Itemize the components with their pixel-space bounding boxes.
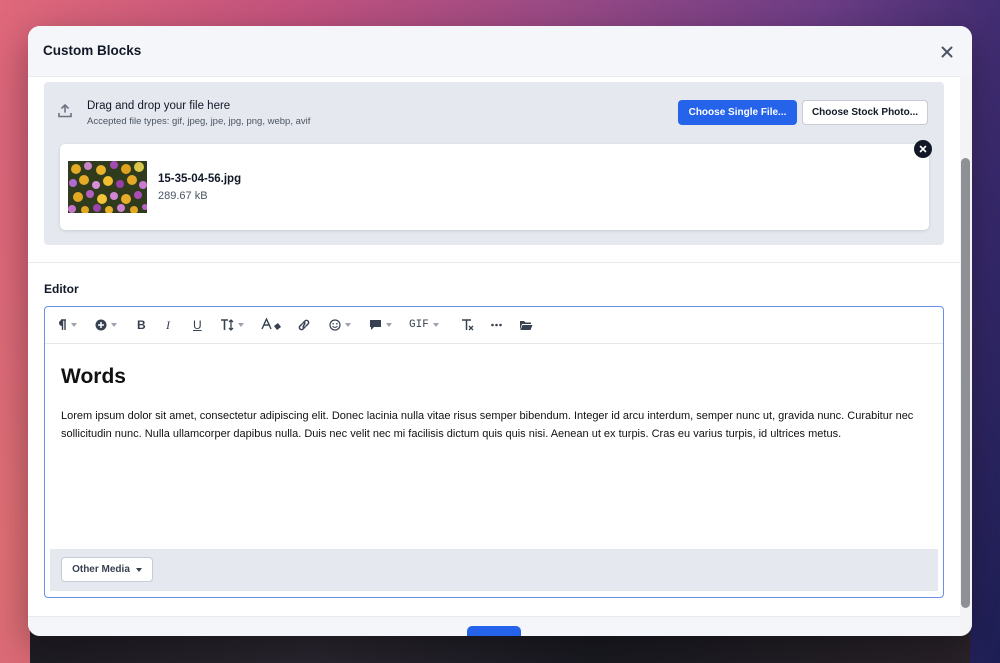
other-media-label: Other Media	[72, 564, 130, 575]
modal-close-button[interactable]	[936, 41, 958, 63]
scrollbar-thumb[interactable]	[961, 158, 970, 608]
italic-button[interactable]: I	[166, 316, 170, 334]
file-size: 289.67 kB	[158, 190, 208, 202]
media-folder-button[interactable]	[519, 316, 533, 334]
gif-icon: GIF	[409, 319, 429, 331]
rich-text-editor[interactable]: B I U GIF Words Lorem ipsum dolor sit am…	[44, 306, 944, 598]
editor-content[interactable]: Words Lorem ipsum dolor sit amet, consec…	[61, 363, 927, 443]
editor-label: Editor	[44, 282, 79, 296]
folder-open-icon	[520, 320, 533, 330]
link-button[interactable]	[297, 316, 311, 334]
text-color-icon	[261, 318, 281, 330]
editor-footer-bar: Other Media	[50, 549, 938, 591]
modal-header: Custom Blocks	[28, 26, 972, 77]
accepted-file-types: Accepted file types: gif, jpeg, jpe, jpg…	[87, 116, 311, 127]
upload-title: Drag and drop your file here	[87, 100, 231, 112]
bold-button[interactable]: B	[137, 316, 146, 334]
upload-icon	[58, 104, 72, 118]
text-color-button[interactable]	[261, 316, 283, 334]
remove-file-button[interactable]	[914, 140, 932, 158]
insert-button[interactable]	[95, 316, 117, 334]
smile-icon	[329, 319, 341, 331]
content-heading: Words	[61, 365, 126, 388]
plus-circle-icon	[95, 319, 107, 331]
choose-stock-photo-button[interactable]: Choose Stock Photo...	[802, 100, 928, 125]
file-upload-dropzone[interactable]: Drag and drop your file here Accepted fi…	[44, 82, 944, 245]
ellipsis-icon	[491, 323, 502, 327]
link-icon	[298, 319, 310, 331]
editor-toolbar: B I U GIF	[45, 307, 943, 344]
underline-button[interactable]: U	[193, 316, 202, 334]
font-size-button[interactable]	[220, 316, 244, 334]
other-media-button[interactable]: Other Media	[61, 557, 153, 582]
text-height-icon	[221, 319, 234, 331]
underline-icon: U	[193, 318, 202, 332]
choose-single-file-button[interactable]: Choose Single File...	[678, 100, 797, 125]
comment-button[interactable]	[369, 316, 392, 334]
paragraph-format-button[interactable]	[57, 316, 77, 334]
comment-icon	[370, 320, 381, 330]
clear-format-icon	[462, 319, 474, 331]
section-divider	[28, 262, 960, 263]
gif-button[interactable]: GIF	[409, 316, 439, 334]
italic-icon: I	[166, 317, 170, 332]
content-paragraph: Lorem ipsum dolor sit amet, consectetur …	[61, 410, 914, 440]
file-thumbnail	[68, 161, 147, 213]
pilcrow-icon	[59, 319, 66, 330]
custom-blocks-modal: Custom Blocks Drag and drop your file he…	[28, 26, 972, 636]
emoji-button[interactable]	[329, 316, 351, 334]
bold-icon: B	[137, 318, 146, 332]
caret-down-icon	[135, 567, 142, 572]
clear-format-button[interactable]	[460, 316, 474, 334]
modal-title: Custom Blocks	[43, 43, 142, 58]
uploaded-file-card: 15-35-04-56.jpg 289.67 kB	[60, 144, 929, 230]
file-name: 15-35-04-56.jpg	[158, 173, 242, 185]
more-button[interactable]	[491, 316, 502, 334]
close-icon	[941, 46, 953, 58]
close-icon	[919, 145, 927, 153]
footer-primary-button[interactable]	[467, 626, 521, 636]
